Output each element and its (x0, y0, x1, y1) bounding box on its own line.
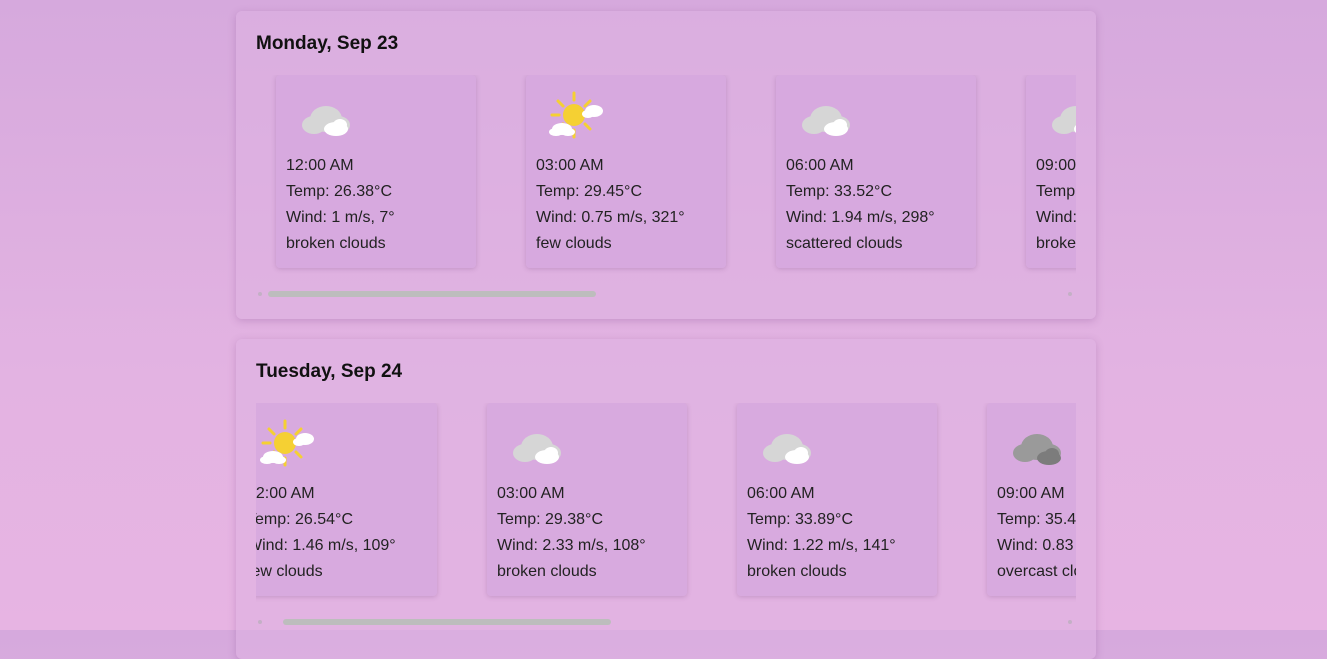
day-card-monday: Monday, Sep 23 12:00 AM Temp: 26.38°C Wi… (236, 11, 1096, 319)
forecast-time: 09:00 AM (997, 485, 1065, 502)
forecast-time: 12:00 AM (286, 157, 354, 174)
forecast-wind: Wind: 1.94 m/s, 298° (786, 209, 935, 226)
forecast-wind: Wind: 1 m/s, 7° (286, 209, 395, 226)
forecast-card: 03:00 AM Temp: 29.45°C Wind: 0.75 m/s, 3… (526, 75, 726, 268)
broken-clouds-icon (1052, 106, 1076, 134)
forecast-temp: Temp: 35.1°C (1036, 183, 1076, 200)
forecast-temp: Temp: 29.38°C (497, 511, 604, 528)
forecast-wind: Wind: 0.83 m/s, 150° (997, 537, 1076, 554)
scroll-right-arrow[interactable] (1068, 620, 1072, 624)
forecast-card: 09:00 AM Temp: 35.1°C Wind: 1.5 m/s, 290… (1026, 75, 1076, 268)
forecast-description: broken clouds (286, 235, 386, 252)
forecast-time: 03:00 AM (536, 157, 604, 174)
day-card-tuesday: Tuesday, Sep 24 12: (236, 339, 1096, 659)
forecast-time: 12:00 AM (256, 485, 315, 502)
forecast-temp: Temp: 35.48°C (997, 511, 1076, 528)
forecast-card: 06:00 AM Temp: 33.52°C Wind: 1.94 m/s, 2… (776, 75, 976, 268)
scroll-left-arrow[interactable] (258, 292, 262, 296)
forecast-wind: Wind: 1.22 m/s, 141° (747, 537, 896, 554)
forecast-card: 09:00 AM Temp: 35.48°C Wind: 0.83 m/s, 1… (987, 403, 1076, 596)
forecast-wind: Wind: 1.46 m/s, 109° (256, 537, 396, 554)
scroll-right-arrow[interactable] (1068, 292, 1072, 296)
scroll-left-arrow[interactable] (258, 620, 262, 624)
forecast-description: broken clouds (747, 563, 847, 580)
forecast-time: 06:00 AM (747, 485, 815, 502)
forecast-temp: Temp: 33.89°C (747, 511, 854, 528)
day-title: Tuesday, Sep 24 (256, 361, 403, 382)
horizontal-scrollbar[interactable] (258, 619, 1074, 625)
forecast-description: few clouds (536, 235, 612, 252)
forecast-description: broken clouds (497, 563, 597, 580)
forecast-wind: Wind: 1.5 m/s, 290° (1036, 209, 1076, 226)
forecast-wind: Wind: 0.75 m/s, 321° (536, 209, 685, 226)
forecast-card: 12:00 AM Temp: 26.54°C Wind: 1.46 m/s, 1… (256, 403, 437, 596)
horizontal-scrollbar[interactable] (258, 291, 1074, 297)
forecast-scroll-area[interactable]: 12:00 AM Temp: 26.54°C Wind: 1.46 m/s, 1… (256, 403, 1076, 613)
broken-clouds-icon (513, 434, 561, 464)
few-clouds-icon (549, 91, 603, 139)
few-clouds-icon (260, 419, 314, 467)
forecast-card: 03:00 AM Temp: 29.38°C Wind: 2.33 m/s, 1… (487, 403, 687, 596)
forecast-temp: Temp: 26.54°C (256, 511, 354, 528)
day-title: Monday, Sep 23 (256, 33, 399, 54)
scroll-thumb[interactable] (268, 291, 596, 297)
broken-clouds-icon (302, 106, 350, 136)
forecast-temp: Temp: 33.52°C (786, 183, 893, 200)
forecast-time: 09:00 AM (1036, 157, 1076, 174)
forecast-description: scattered clouds (786, 235, 903, 252)
forecast-description: overcast clouds (997, 563, 1076, 580)
forecast-time: 06:00 AM (786, 157, 854, 174)
overcast-clouds-icon (1013, 434, 1061, 465)
forecast-card: 06:00 AM Temp: 33.89°C Wind: 1.22 m/s, 1… (737, 403, 937, 596)
scattered-clouds-icon (802, 106, 850, 136)
forecast-time: 03:00 AM (497, 485, 565, 502)
forecast-description: broken clouds (1036, 235, 1076, 252)
forecast-wind: Wind: 2.33 m/s, 108° (497, 537, 646, 554)
forecast-scroll-area[interactable]: 12:00 AM Temp: 26.38°C Wind: 1 m/s, 7° b… (256, 75, 1076, 285)
forecast-card: 12:00 AM Temp: 26.38°C Wind: 1 m/s, 7° b… (276, 75, 476, 268)
broken-clouds-icon (763, 434, 811, 464)
forecast-temp: Temp: 26.38°C (286, 183, 393, 200)
forecast-description: few clouds (256, 563, 323, 580)
forecast-temp: Temp: 29.45°C (536, 183, 643, 200)
scroll-thumb[interactable] (283, 619, 611, 625)
